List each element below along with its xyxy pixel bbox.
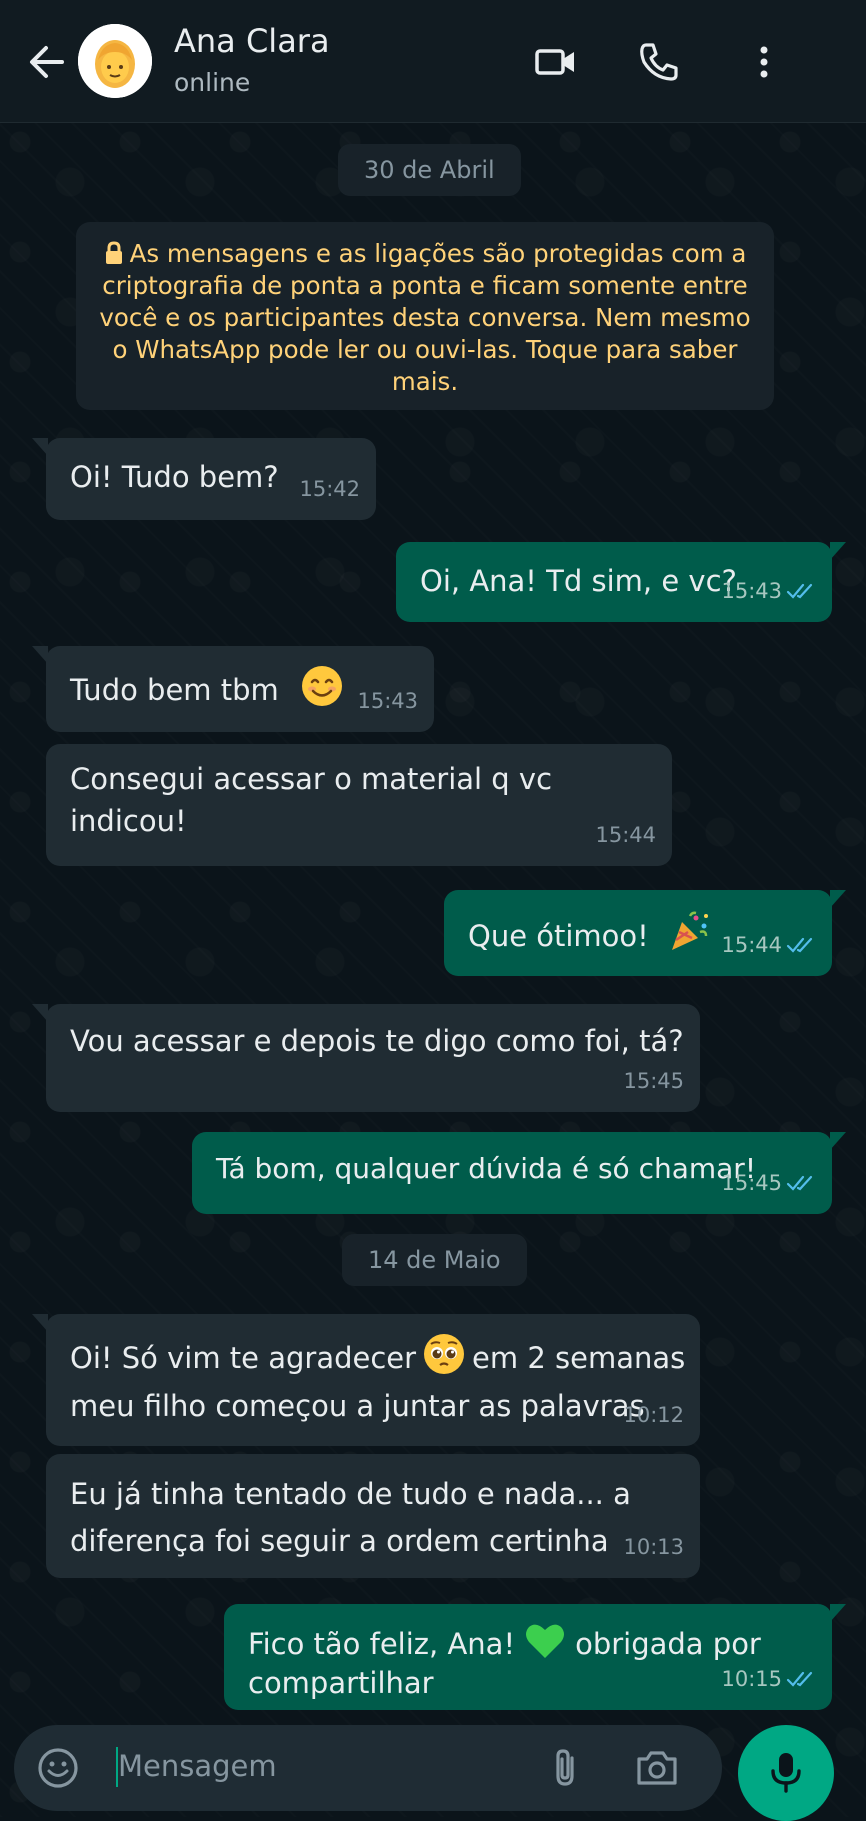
encryption-notice[interactable]: As mensagens e as ligações são protegida…	[76, 222, 774, 410]
message-meta: 15:45	[623, 1060, 684, 1102]
message-bubble-outgoing[interactable]: Oi, Ana! Td sim, e vc? 15:43	[396, 542, 846, 622]
message-meta: 15:43	[357, 680, 418, 722]
message-text-line: meu filho começou a juntar as palavras	[70, 1389, 645, 1423]
phone-call-icon[interactable]	[636, 40, 680, 84]
message-text: Oi! Só vim te agradecer	[70, 1341, 417, 1375]
message-text: Vou acessar e depois te digo como foi, t…	[70, 1024, 684, 1058]
message-text: Que ótimoo!	[468, 919, 649, 953]
message-bubble-incoming[interactable]: Consegui acessar o material q vc indicou…	[46, 744, 672, 866]
avatar[interactable]	[78, 24, 152, 98]
more-options-icon[interactable]	[742, 40, 786, 84]
read-receipt-icon	[786, 1671, 813, 1687]
message-time: 15:43	[357, 689, 418, 713]
read-receipt-icon	[786, 583, 813, 599]
message-meta: 15:42	[299, 468, 360, 510]
attach-paperclip-icon[interactable]	[544, 1746, 588, 1790]
bubble-tail	[32, 1004, 48, 1022]
contact-status: online	[174, 68, 251, 97]
message-bubble-outgoing[interactable]: Fico tão feliz, Ana! obrigada por compar…	[224, 1604, 846, 1710]
message-bubble-incoming[interactable]: Oi! Só vim te agradecer em 2 semanas meu…	[32, 1314, 700, 1446]
date-separator: 14 de Maio	[342, 1234, 527, 1286]
message-text-line: Consegui acessar o material q vc	[70, 762, 553, 796]
message-composer[interactable]: Mensagem	[14, 1725, 722, 1811]
message-meta: 15:44	[595, 814, 656, 856]
message-text: Tá bom, qualquer dúvida é só chamar!	[216, 1152, 757, 1185]
voice-message-button[interactable]	[738, 1725, 834, 1821]
message-time: 15:44	[721, 933, 782, 957]
smiling-face-emoji-icon	[302, 666, 343, 706]
message-meta: 15:44	[721, 924, 816, 966]
back-arrow-icon[interactable]	[22, 38, 70, 86]
message-time: 10:15	[721, 1667, 782, 1691]
message-text: Fico tão feliz, Ana!	[248, 1627, 516, 1661]
message-bubble-incoming[interactable]: Tudo bem tbm 15:43	[32, 646, 434, 732]
message-meta: 10:15	[721, 1658, 816, 1700]
message-text-line: diferença foi seguir a ordem certinha	[70, 1524, 609, 1558]
message-meta: 15:43	[721, 570, 816, 612]
message-time: 15:44	[595, 823, 656, 847]
bubble-tail	[32, 438, 48, 456]
woman-emoji-icon	[78, 24, 152, 98]
message-text: obrigada por	[575, 1627, 761, 1661]
bubble-tail	[830, 890, 846, 908]
message-text: Oi! Tudo bem?	[70, 460, 279, 494]
message-text-line: Eu já tinha tentado de tudo e nada... a	[70, 1477, 631, 1511]
party-popper-emoji-icon	[672, 911, 709, 950]
read-receipt-icon	[786, 937, 813, 953]
message-text: Tudo bem tbm	[70, 673, 279, 707]
message-bubble-outgoing[interactable]: Tá bom, qualquer dúvida é só chamar! 15:…	[192, 1132, 846, 1214]
message-time: 10:12	[623, 1403, 684, 1427]
camera-icon[interactable]	[634, 1746, 680, 1790]
bubble-tail	[32, 1314, 48, 1332]
message-bubble-incoming[interactable]: Oi! Tudo bem? 15:42	[32, 438, 376, 520]
message-time: 15:45	[721, 1171, 782, 1195]
encryption-notice-text: As mensagens e as ligações são protegida…	[99, 239, 751, 396]
message-time: 15:42	[299, 477, 360, 501]
message-bubble-incoming[interactable]: Vou acessar e depois te digo como foi, t…	[32, 1004, 700, 1112]
contact-name[interactable]: Ana Clara	[174, 22, 330, 60]
message-meta: 10:12	[623, 1394, 684, 1436]
message-meta: 10:13	[623, 1526, 684, 1568]
read-receipt-icon	[786, 1175, 813, 1191]
message-bubble-outgoing[interactable]: Que ótimoo! 15:44	[444, 890, 846, 976]
bubble-tail	[830, 542, 846, 560]
green-heart-emoji-icon	[526, 1624, 565, 1658]
message-text: em 2 semanas	[472, 1341, 686, 1375]
bubble-tail	[830, 1132, 846, 1150]
bubble-tail	[32, 646, 48, 664]
chat-header: Ana Clara online	[0, 0, 866, 123]
message-time: 10:13	[623, 1535, 684, 1559]
message-time: 15:43	[721, 579, 782, 603]
bubble-tail	[830, 1604, 846, 1622]
message-bubble-incoming[interactable]: Eu já tinha tentado de tudo e nada... a …	[46, 1454, 700, 1578]
message-meta: 15:45	[721, 1162, 816, 1204]
video-call-icon[interactable]	[534, 40, 578, 84]
microphone-icon	[771, 1753, 801, 1793]
date-separator: 30 de Abril	[338, 144, 521, 196]
message-text-line: indicou!	[70, 804, 187, 838]
emoji-icon[interactable]	[36, 1746, 80, 1790]
message-time: 15:45	[623, 1069, 684, 1093]
lock-icon	[105, 241, 122, 264]
message-input[interactable]: Mensagem	[118, 1749, 277, 1783]
message-text: Oi, Ana! Td sim, e vc?	[420, 564, 737, 598]
pleading-face-emoji-icon	[424, 1334, 465, 1374]
